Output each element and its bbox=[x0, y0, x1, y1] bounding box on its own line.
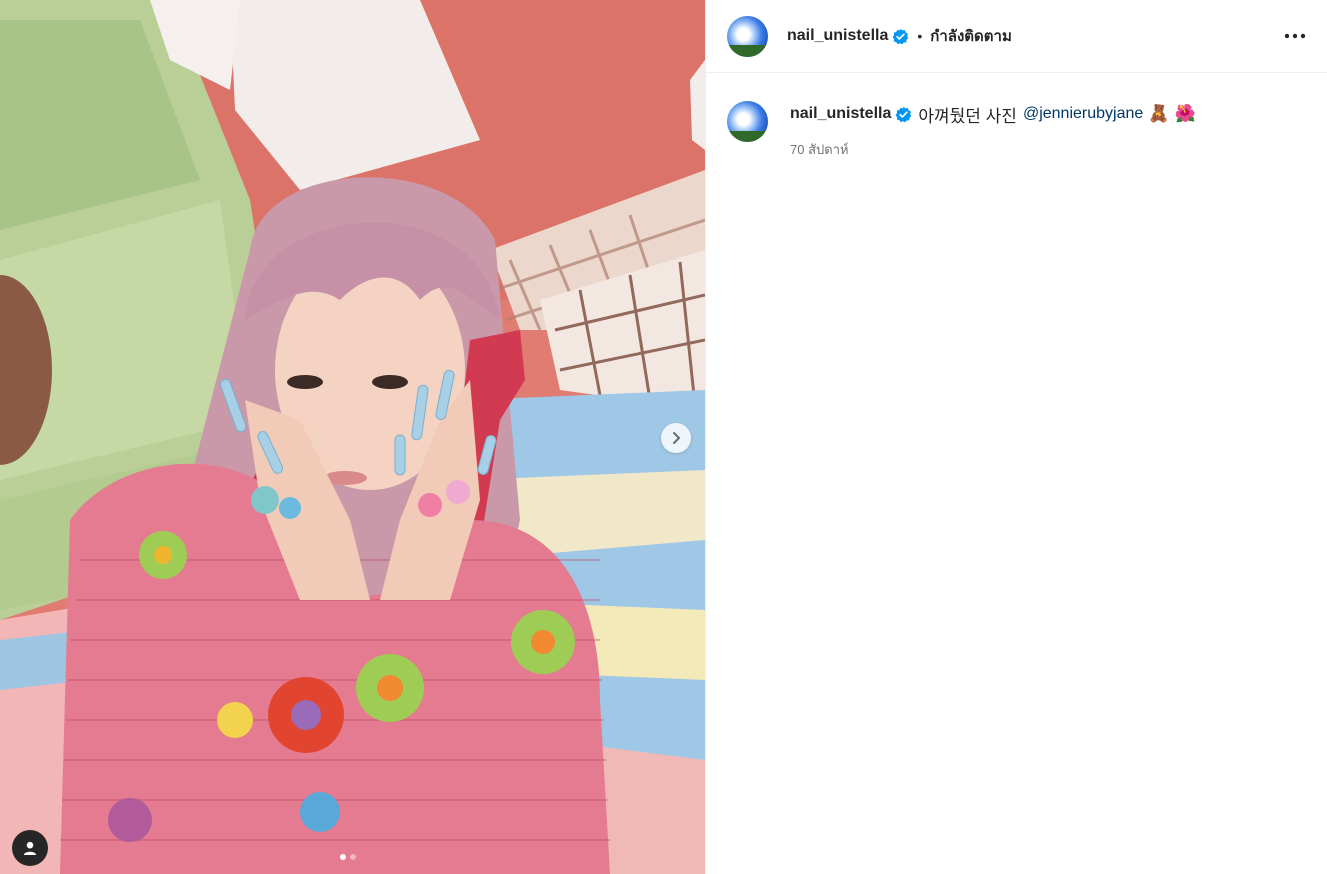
caption-text: 아껴뒀던 사진 bbox=[918, 106, 1017, 126]
post-timestamp[interactable]: 70 สัปดาห์ bbox=[790, 139, 1196, 160]
header-username[interactable]: nail_unistella bbox=[787, 27, 888, 45]
teddy-bear-emoji: 🧸 bbox=[1148, 104, 1170, 123]
verified-badge-icon bbox=[892, 28, 909, 45]
more-horizontal-icon bbox=[1284, 33, 1306, 39]
post-photo bbox=[0, 0, 705, 874]
mention-link[interactable]: @jennierubyjane bbox=[1023, 105, 1143, 123]
carousel-dot-active bbox=[340, 854, 346, 860]
post-media[interactable] bbox=[0, 0, 705, 874]
caption-comment: nail_unistella 아껴뒀던 사진 @jennierubyjane 🧸… bbox=[706, 73, 1327, 160]
next-slide-button[interactable] bbox=[661, 423, 691, 453]
caption-username[interactable]: nail_unistella bbox=[790, 105, 891, 123]
header-separator: • bbox=[917, 28, 923, 44]
more-options-button[interactable] bbox=[1283, 24, 1307, 48]
caption-body: nail_unistella 아껴뒀던 사진 @jennierubyjane 🧸… bbox=[790, 101, 1196, 160]
carousel-dot bbox=[350, 854, 356, 860]
carousel-indicator bbox=[340, 854, 356, 860]
verified-badge-icon bbox=[895, 106, 912, 123]
chevron-right-icon bbox=[673, 432, 680, 444]
post-side-panel: nail_unistella • กำลังติดตาม nail_uniste… bbox=[705, 0, 1327, 874]
caption-line: nail_unistella 아껴뒀던 사진 @jennierubyjane 🧸… bbox=[790, 101, 1196, 127]
user-tags-button[interactable] bbox=[12, 830, 48, 866]
user-tag-icon bbox=[23, 841, 37, 855]
post-header: nail_unistella • กำลังติดตาม bbox=[706, 0, 1327, 73]
avatar[interactable] bbox=[727, 15, 768, 57]
caption-avatar[interactable] bbox=[727, 101, 768, 142]
following-button[interactable]: กำลังติดตาม bbox=[930, 24, 1012, 48]
hibiscus-emoji: 🌺 bbox=[1174, 104, 1196, 123]
